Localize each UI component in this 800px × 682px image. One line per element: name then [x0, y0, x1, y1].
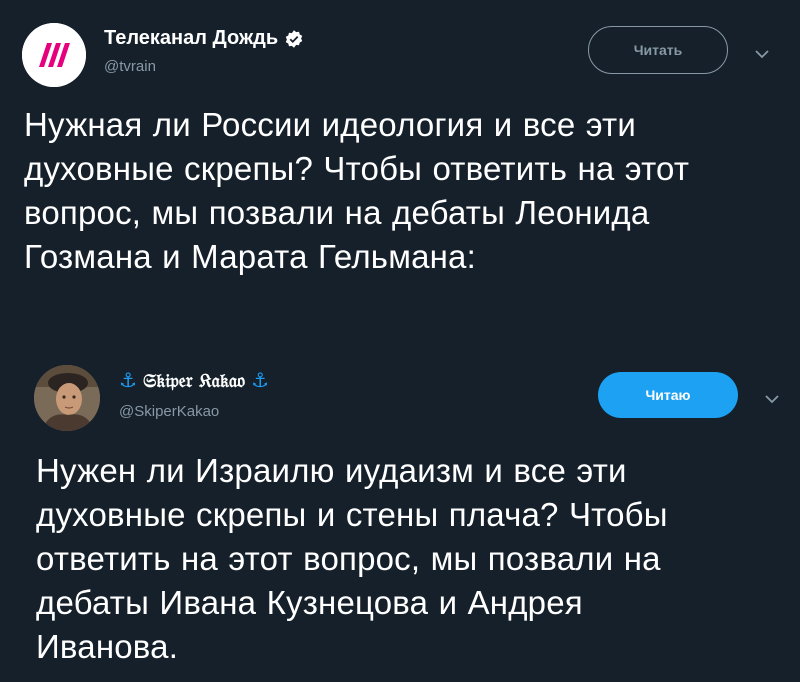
portrait-avatar-icon	[34, 365, 100, 431]
tweet-text-line: духовные скрепы? Чтобы ответить на этот	[24, 150, 690, 187]
author-row: Телеканал Дождь	[104, 27, 304, 50]
verified-badge-icon	[285, 29, 303, 48]
tvrain-logo-icon	[22, 23, 86, 87]
handle[interactable]: @SkiperKakao	[119, 403, 219, 420]
author-row: ⚓ 𝔖𝔨𝔦𝔭𝔢𝔯 𝔎𝔞𝔨𝔞𝔬 ⚓	[119, 370, 269, 392]
tweet-text-line: Гозмана и Марата Гельмана:	[24, 238, 476, 275]
tweet-text: Нужен ли Израилю иудаизм и все эти духов…	[36, 449, 776, 669]
tweet-tvrain: Телеканал Дождь @tvrain Читать Нужная ли…	[0, 0, 800, 330]
anchor-icon: ⚓	[251, 370, 270, 392]
tweet-text-line: духовные скрепы и стены плача? Чтобы	[36, 496, 668, 533]
tweet-text-line: ответить на этот вопрос, мы позвали на	[36, 540, 661, 577]
tweet-text-line: дебаты Ивана Кузнецова и Андрея	[36, 584, 583, 621]
avatar-tvrain[interactable]	[22, 23, 86, 87]
chevron-down-icon[interactable]	[762, 389, 782, 409]
following-button[interactable]: Читаю	[598, 372, 738, 418]
tweet-text-line: Нужен ли Израилю иудаизм и все эти	[36, 452, 627, 489]
tweet-text-line: вопрос, мы позвали на дебаты Леонида	[24, 194, 650, 231]
display-name[interactable]: 𝔖𝔨𝔦𝔭𝔢𝔯 𝔎𝔞𝔨𝔞𝔬	[143, 370, 245, 392]
chevron-down-icon[interactable]	[752, 44, 772, 64]
anchor-icon: ⚓	[119, 370, 137, 392]
display-name[interactable]: Телеканал Дождь	[104, 27, 278, 50]
avatar-skiperkakao[interactable]	[34, 365, 100, 431]
tweet-skiperkakao: ⚓ 𝔖𝔨𝔦𝔭𝔢𝔯 𝔎𝔞𝔨𝔞𝔬 ⚓ @SkiperKakao Читаю Нуже…	[0, 330, 800, 682]
tweet-text-line: Иванова.	[36, 628, 179, 665]
follow-button[interactable]: Читать	[588, 26, 728, 74]
tweet-text-line: Нужная ли России идеология и все эти	[24, 106, 637, 143]
tweet-text: Нужная ли России идеология и все эти дух…	[24, 103, 764, 279]
handle[interactable]: @tvrain	[104, 58, 156, 75]
